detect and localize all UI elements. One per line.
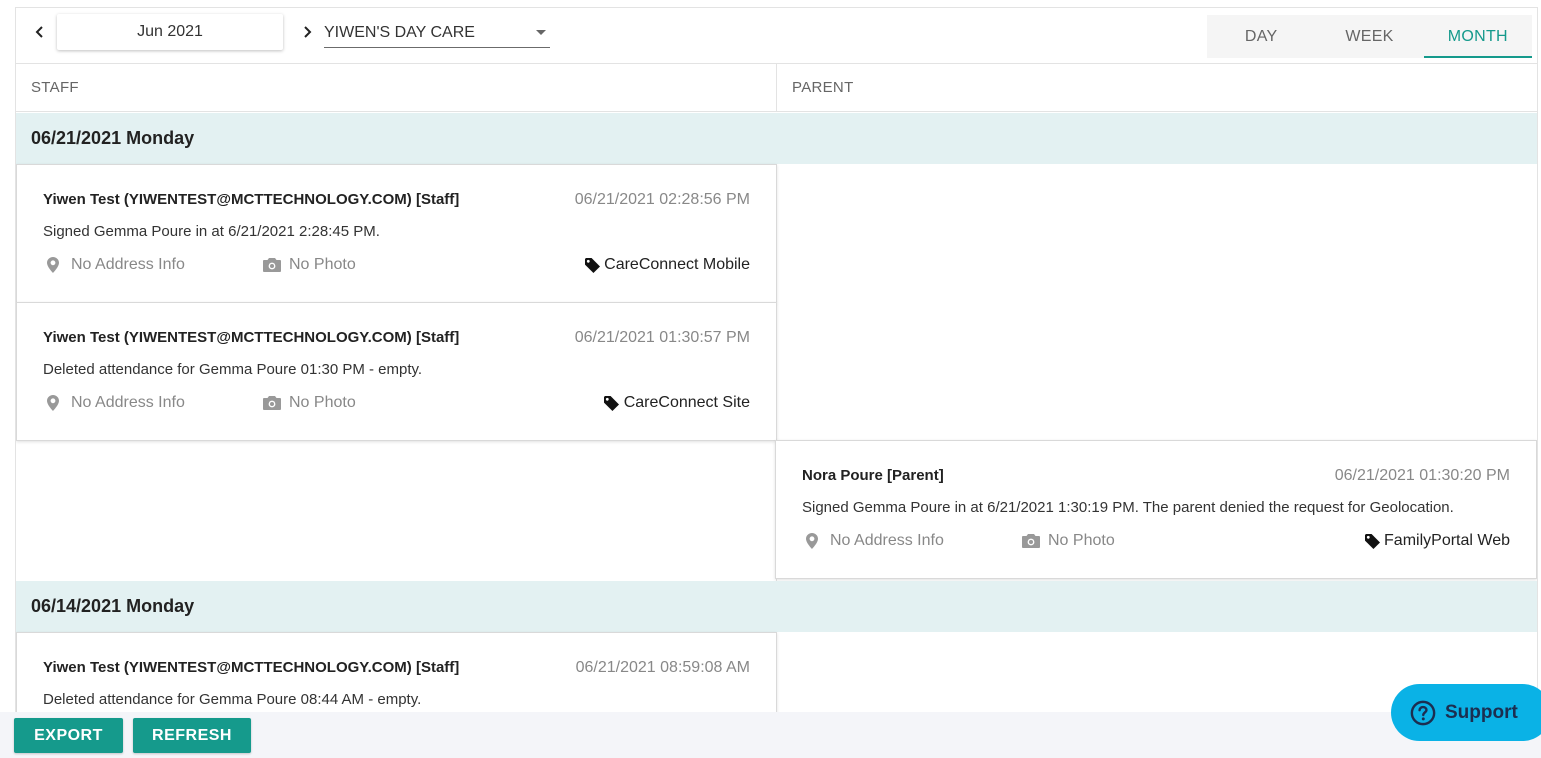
caret-down-icon (536, 30, 546, 35)
entry-author: Yiwen Test (YIWENTEST@MCTTECHNOLOGY.COM)… (43, 659, 460, 676)
chevron-right-icon (304, 26, 312, 38)
day-header: 06/21/2021 Monday (16, 113, 1537, 164)
entry-photo-text: No Photo (289, 256, 356, 273)
support-button[interactable]: Support (1391, 684, 1541, 741)
refresh-button[interactable]: REFRESH (133, 718, 251, 753)
day-header: 06/14/2021 Monday (16, 581, 1537, 632)
map-marker-icon (804, 532, 820, 550)
entry-timestamp: 06/21/2021 02:28:56 PM (574, 191, 750, 208)
month-picker-label: Jun 2021 (137, 23, 203, 40)
column-header-parent: PARENT (776, 64, 1537, 111)
entry-photo: No Photo (263, 256, 356, 274)
log-entry-card: Nora Poure [Parent] 06/21/2021 01:30:20 … (775, 440, 1537, 579)
toolbar: Jun 2021 YIWEN'S DAY CARE DAY WEEK MONTH (16, 8, 1537, 64)
help-circle-icon (1409, 699, 1437, 727)
camera-icon (263, 257, 281, 273)
entry-author: Yiwen Test (YIWENTEST@MCTTECHNOLOGY.COM)… (43, 191, 460, 208)
chevron-left-icon (35, 26, 43, 38)
entry-address-text: No Address Info (71, 394, 185, 411)
tag-icon (1364, 533, 1380, 549)
tag-icon (584, 257, 600, 273)
month-picker-button[interactable]: Jun 2021 (57, 14, 283, 50)
center-select[interactable]: YIWEN'S DAY CARE (324, 18, 550, 48)
entry-photo: No Photo (1022, 532, 1115, 550)
map-marker-icon (45, 256, 61, 274)
entry-address: No Address Info (804, 532, 944, 550)
map-marker-icon (45, 394, 61, 412)
entry-source-text: FamilyPortal Web (1384, 532, 1510, 549)
view-tabs: DAY WEEK MONTH (1207, 15, 1533, 58)
entry-photo-text: No Photo (1048, 532, 1115, 549)
tab-week[interactable]: WEEK (1315, 15, 1423, 58)
entry-photo-text: No Photo (289, 394, 356, 411)
center-select-value: YIWEN'S DAY CARE (324, 23, 475, 41)
audit-log-app: Jun 2021 YIWEN'S DAY CARE DAY WEEK MONTH… (0, 0, 1541, 758)
prev-month-button[interactable] (28, 20, 52, 44)
support-label: Support (1445, 701, 1518, 723)
column-header-staff: STAFF (31, 79, 79, 96)
entry-address-text: No Address Info (830, 532, 944, 549)
entry-timestamp: 06/21/2021 08:59:08 AM (575, 659, 750, 676)
entry-source: CareConnect Mobile (584, 256, 750, 274)
camera-icon (1022, 533, 1040, 549)
entry-message: Deleted attendance for Gemma Poure 08:44… (43, 691, 422, 708)
tab-day[interactable]: DAY (1207, 15, 1315, 58)
tag-icon (604, 395, 620, 411)
entry-message: Deleted attendance for Gemma Poure 01:30… (43, 361, 423, 378)
column-headers: STAFF PARENT (16, 64, 1537, 112)
entry-photo: No Photo (263, 394, 356, 412)
entry-source: CareConnect Site (604, 394, 750, 412)
next-month-button[interactable] (295, 20, 319, 44)
entry-message: Signed Gemma Poure in at 6/21/2021 1:30:… (802, 499, 1454, 516)
log-entry-card: Yiwen Test (YIWENTEST@MCTTECHNOLOGY.COM)… (16, 164, 777, 303)
entry-source-text: CareConnect Mobile (604, 256, 750, 273)
entry-address: No Address Info (45, 256, 185, 274)
entry-message: Signed Gemma Poure in at 6/21/2021 2:28:… (43, 223, 380, 240)
day-entries: Yiwen Test (YIWENTEST@MCTTECHNOLOGY.COM)… (16, 164, 1537, 581)
action-bar: EXPORT REFRESH (0, 712, 1541, 758)
entry-source: FamilyPortal Web (1364, 532, 1510, 550)
entry-address-text: No Address Info (71, 256, 185, 273)
entry-author: Yiwen Test (YIWENTEST@MCTTECHNOLOGY.COM)… (43, 329, 460, 346)
entry-timestamp: 06/21/2021 01:30:57 PM (574, 329, 750, 346)
entry-source-text: CareConnect Site (623, 394, 750, 411)
log-entry-card: Yiwen Test (YIWENTEST@MCTTECHNOLOGY.COM)… (16, 302, 777, 441)
entry-author: Nora Poure [Parent] (802, 467, 944, 484)
camera-icon (263, 395, 281, 411)
tab-month[interactable]: MONTH (1423, 15, 1533, 58)
entry-address: No Address Info (45, 394, 185, 412)
main-panel: Jun 2021 YIWEN'S DAY CARE DAY WEEK MONTH… (15, 7, 1538, 758)
export-button[interactable]: EXPORT (14, 718, 123, 753)
entry-timestamp: 06/21/2021 01:30:20 PM (1334, 467, 1510, 484)
